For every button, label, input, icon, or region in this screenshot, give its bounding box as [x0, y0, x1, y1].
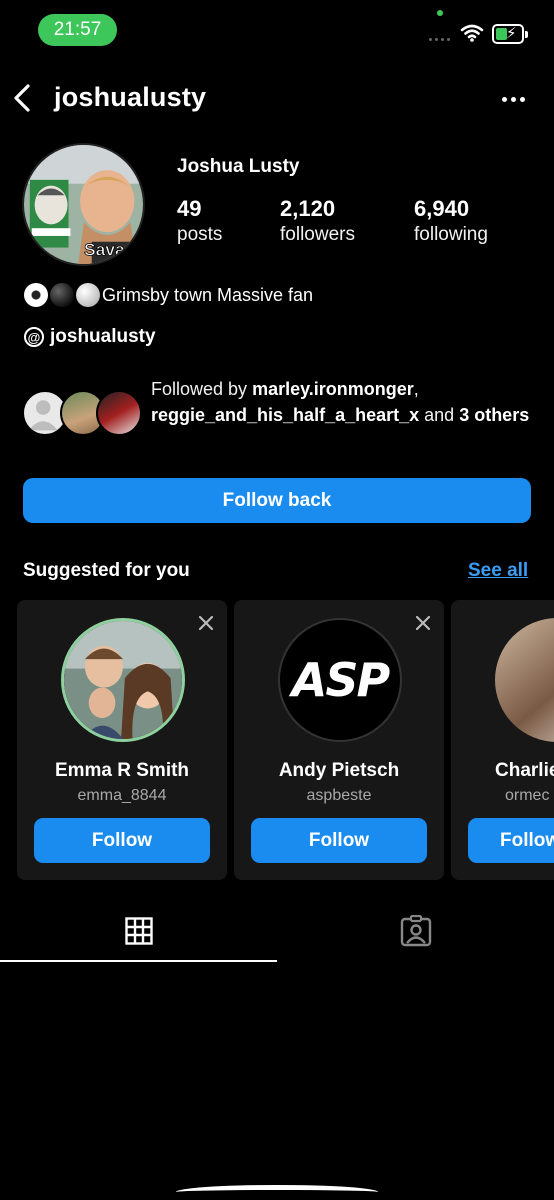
- suggested-card[interactable]: Charlie ormec Follow: [451, 600, 554, 880]
- suggested-avatar[interactable]: [61, 618, 185, 742]
- followed-by-and: and: [419, 405, 460, 425]
- close-icon[interactable]: [414, 614, 432, 632]
- back-chevron-icon[interactable]: [10, 80, 36, 116]
- posts-stat[interactable]: 49 posts: [177, 196, 222, 248]
- close-icon[interactable]: [197, 614, 215, 632]
- suggested-name: Andy Pietsch: [278, 760, 400, 781]
- wifi-icon: [460, 24, 484, 42]
- followed-by-user-2[interactable]: reggie_and_his_half_a_heart_x: [151, 405, 419, 425]
- followed-by-text[interactable]: Followed by marley.ironmonger, reggie_an…: [151, 376, 531, 428]
- suggested-card[interactable]: Emma R Smith emma_8844 Follow: [17, 600, 227, 880]
- threads-handle: joshualusty: [50, 326, 156, 347]
- follow-button[interactable]: Follow: [34, 818, 210, 863]
- suggested-name: Emma R Smith: [54, 760, 190, 781]
- tab-posts-grid[interactable]: [0, 900, 277, 962]
- following-stat[interactable]: 6,940 following: [414, 196, 488, 248]
- followers-label: followers: [280, 224, 355, 245]
- tab-tagged[interactable]: [277, 900, 554, 962]
- tagged-person-icon: [400, 915, 431, 947]
- suggested-avatar[interactable]: ASP: [278, 618, 402, 742]
- profile-header: joshualusty: [0, 72, 554, 126]
- battery-charging-icon: ⚡: [492, 24, 528, 44]
- posts-count: 49: [177, 196, 202, 221]
- header-username: joshualusty: [54, 82, 207, 112]
- mutual-followers-avatars[interactable]: [22, 390, 142, 438]
- grid-icon: [124, 917, 153, 945]
- followed-by-user-1[interactable]: marley.ironmonger: [252, 379, 414, 399]
- profile-avatar[interactable]: Savage: [22, 143, 145, 266]
- suggested-handle: ormec: [505, 787, 550, 804]
- mutual-avatar-3: [96, 390, 142, 436]
- see-all-link[interactable]: See all: [468, 560, 528, 582]
- follow-button[interactable]: Follow: [251, 818, 427, 863]
- privacy-indicator-dot: [437, 10, 443, 16]
- following-label: following: [414, 224, 488, 245]
- threads-icon: @: [24, 327, 44, 347]
- followers-count: 2,120: [280, 196, 336, 221]
- follow-back-button[interactable]: Follow back: [23, 478, 531, 523]
- followed-by-prefix: Followed by: [151, 379, 253, 399]
- suggested-avatar[interactable]: [495, 618, 554, 742]
- status-bar: 21:57 ⚡: [0, 0, 554, 62]
- bio-text: Grimsby town Massive fan: [102, 284, 314, 305]
- suggested-card[interactable]: ASP Andy Pietsch aspbeste Follow: [234, 600, 444, 880]
- followers-stat[interactable]: 2,120 followers: [280, 196, 355, 248]
- followed-by-separator: ,: [413, 379, 419, 399]
- threads-link[interactable]: @ joshualusty: [24, 326, 156, 348]
- status-time: 21:57: [38, 14, 117, 46]
- more-options-icon[interactable]: [496, 82, 530, 116]
- profile-bio: Grimsby town Massive fan: [24, 283, 313, 307]
- soccer-ball-icon: [24, 283, 48, 307]
- suggested-handle: aspbeste: [306, 787, 372, 804]
- cellular-signal-icon: [429, 38, 450, 41]
- asp-logo-text: ASP: [291, 653, 390, 707]
- black-circle-icon: [50, 283, 74, 307]
- suggested-name: Charlie: [495, 760, 554, 781]
- home-indicator[interactable]: [176, 1185, 378, 1199]
- suggested-title: Suggested for you: [23, 560, 190, 581]
- active-tab-indicator: [0, 960, 277, 962]
- suggested-handle: emma_8844: [77, 787, 167, 804]
- posts-label: posts: [177, 224, 223, 245]
- white-circle-icon: [76, 283, 100, 307]
- following-count: 6,940: [414, 196, 470, 221]
- avatar-caption: Savage: [84, 239, 143, 259]
- profile-full-name: Joshua Lusty: [177, 156, 300, 177]
- followed-by-others[interactable]: 3 others: [459, 405, 529, 425]
- follow-button[interactable]: Follow: [468, 818, 554, 863]
